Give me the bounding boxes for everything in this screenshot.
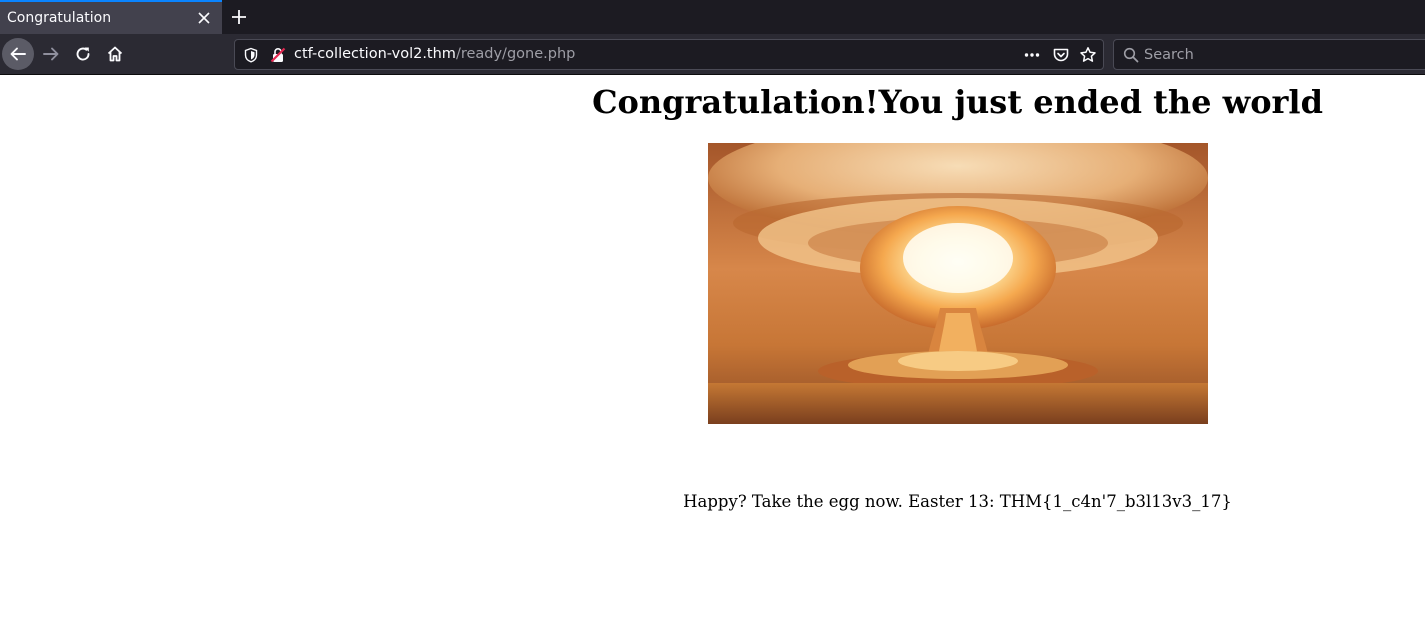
easter-egg-text: Happy? Take the egg now. Easter 13: THM{… bbox=[683, 492, 1232, 511]
close-icon[interactable] bbox=[196, 10, 212, 26]
pocket-icon[interactable] bbox=[1052, 46, 1070, 64]
search-input[interactable] bbox=[1144, 43, 1414, 67]
tab-title: Congratulation bbox=[7, 10, 112, 26]
star-icon[interactable] bbox=[1079, 46, 1097, 64]
mushroom-cloud-image bbox=[708, 143, 1208, 424]
url-host: ctf-collection-vol2.thm bbox=[294, 46, 456, 62]
active-tab[interactable]: Congratulation bbox=[0, 0, 222, 34]
home-icon bbox=[107, 46, 123, 62]
page-content: Congratulation!You just ended the world bbox=[0, 75, 1425, 629]
reload-button[interactable] bbox=[67, 38, 99, 70]
page-heading: Congratulation!You just ended the world bbox=[592, 83, 1323, 121]
tab-strip: Congratulation bbox=[0, 0, 1425, 34]
search-bar[interactable] bbox=[1113, 39, 1425, 70]
home-button[interactable] bbox=[99, 38, 131, 70]
more-icon[interactable] bbox=[1023, 46, 1041, 64]
reload-icon bbox=[76, 47, 90, 61]
forward-arrow-icon bbox=[43, 47, 59, 61]
navigation-toolbar: ctf-collection-vol2.thm/ready/gone.php bbox=[0, 34, 1425, 75]
shield-icon[interactable] bbox=[243, 47, 259, 63]
plus-icon[interactable] bbox=[229, 7, 249, 27]
insecure-lock-icon[interactable] bbox=[270, 47, 286, 63]
url-path: /ready/gone.php bbox=[455, 46, 576, 62]
url-text[interactable]: ctf-collection-vol2.thm/ready/gone.php bbox=[294, 46, 575, 62]
address-bar[interactable]: ctf-collection-vol2.thm/ready/gone.php bbox=[234, 39, 1104, 70]
search-icon bbox=[1123, 47, 1139, 63]
forward-button[interactable] bbox=[35, 38, 67, 70]
back-arrow-icon bbox=[10, 47, 26, 61]
back-button[interactable] bbox=[2, 38, 34, 70]
